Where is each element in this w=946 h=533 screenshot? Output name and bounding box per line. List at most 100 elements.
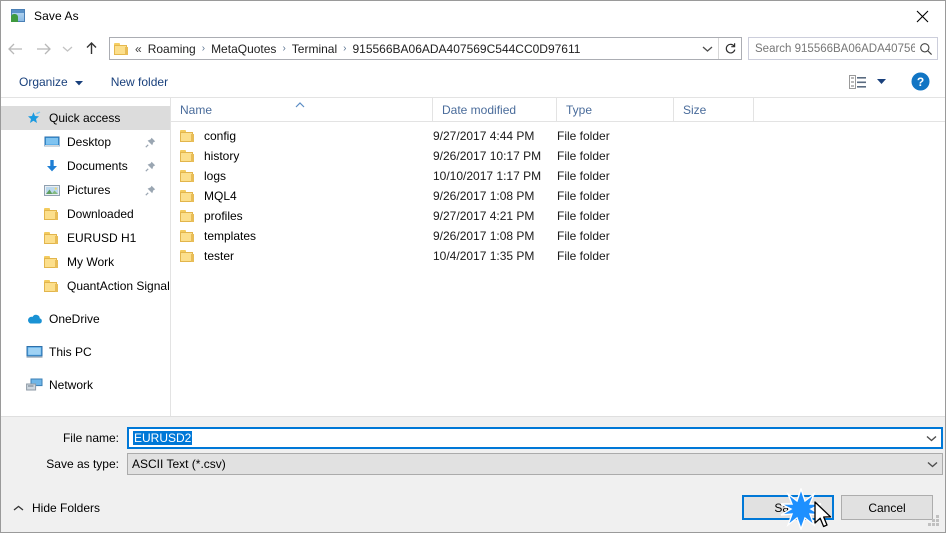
file-name: MQL4	[204, 189, 237, 203]
search-input[interactable]	[749, 42, 915, 55]
search-box[interactable]	[748, 37, 938, 60]
sidebar-item-onedrive[interactable]: OneDrive	[1, 307, 170, 331]
breadcrumb-item-0[interactable]: Roaming	[146, 41, 198, 57]
file-name: profiles	[204, 209, 243, 223]
sidebar-item-this-pc[interactable]: This PC	[1, 340, 170, 364]
file-date: 9/26/2017 1:08 PM	[433, 229, 535, 243]
sidebar-item-quantaction-signal[interactable]: QuantAction Signal	[1, 274, 170, 298]
file-name-row: File name: EURUSD2	[1, 427, 943, 449]
pin-icon[interactable]	[145, 161, 156, 172]
file-name-cell: history	[171, 149, 433, 163]
star-pin-icon	[25, 109, 43, 127]
column-header-date-modified[interactable]: Date modified	[433, 98, 557, 121]
help-question-icon[interactable]: ?	[905, 71, 935, 93]
file-date: 10/4/2017 1:35 PM	[433, 249, 535, 263]
file-name-cell: templates	[171, 229, 433, 243]
resize-grip-icon[interactable]	[927, 515, 941, 529]
table-row[interactable]: profiles 9/27/2017 4:21 PM File folder	[171, 206, 945, 226]
breadcrumb-separator: ›	[282, 43, 286, 54]
table-row[interactable]: logs 10/10/2017 1:17 PM File folder	[171, 166, 945, 186]
file-type: File folder	[557, 169, 610, 183]
forward-arrow-icon[interactable]	[29, 35, 57, 63]
view-layout-icon[interactable]	[845, 71, 871, 93]
file-name-value-wrap: EURUSD2	[129, 431, 921, 445]
file-type: File folder	[557, 209, 610, 223]
onedrive-cloud-icon	[25, 310, 43, 328]
breadcrumb-separator: ›	[343, 43, 347, 54]
new-folder-button[interactable]: New folder	[103, 70, 176, 94]
file-date: 9/27/2017 4:21 PM	[433, 209, 535, 223]
sidebar-item-eurusd-h1[interactable]: EURUSD H1	[1, 226, 170, 250]
file-type: File folder	[557, 229, 610, 243]
save-as-type-label: Save as type:	[46, 457, 119, 471]
folder-icon	[114, 42, 130, 56]
folder-icon	[180, 149, 196, 163]
address-bar[interactable]: « Roaming › MetaQuotes › Terminal › 9155…	[109, 37, 742, 60]
file-name-cell: logs	[171, 169, 433, 183]
sidebar-item-label: Documents	[67, 159, 128, 173]
sidebar-item-documents[interactable]: Documents	[1, 154, 170, 178]
file-name: logs	[204, 169, 227, 183]
folder-icon	[180, 129, 196, 143]
save-as-type-select[interactable]: ASCII Text (*.csv)	[127, 453, 943, 475]
table-row[interactable]: MQL4 9/26/2017 1:08 PM File folder	[171, 186, 945, 206]
save-button[interactable]: Save	[742, 495, 834, 520]
caret-down-icon[interactable]	[871, 71, 891, 93]
sidebar-item-pictures[interactable]: Pictures	[1, 178, 170, 202]
search-icon[interactable]	[915, 42, 937, 56]
close-icon[interactable]	[899, 1, 945, 31]
breadcrumb-item-1[interactable]: MetaQuotes	[209, 41, 278, 57]
navigation-bar: « Roaming › MetaQuotes › Terminal › 9155…	[1, 31, 945, 66]
breadcrumb[interactable]: « Roaming › MetaQuotes › Terminal › 9155…	[110, 38, 696, 59]
hide-folders-button[interactable]: Hide Folders	[13, 501, 100, 515]
breadcrumb-item-3[interactable]: 915566BA06ADA407569C544CC0D97611	[350, 41, 582, 57]
navigation-sidebar: Quick access Desktop Documents Pictures …	[1, 98, 171, 416]
sidebar-item-quick-access[interactable]: Quick access	[1, 106, 170, 130]
save-as-dialog: Save As « Roaming › MetaQuotes › Termina…	[0, 0, 946, 533]
save-as-type-row: Save as type: ASCII Text (*.csv)	[1, 453, 943, 475]
svg-text:?: ?	[916, 75, 923, 89]
back-arrow-icon[interactable]	[1, 35, 29, 63]
file-name-input[interactable]: EURUSD2	[127, 427, 943, 449]
table-row[interactable]: history 9/26/2017 10:17 PM File folder	[171, 146, 945, 166]
column-header-type[interactable]: Type	[557, 98, 674, 121]
folder-icon	[180, 189, 196, 203]
column-headers: Name Date modified Type Size	[171, 98, 945, 122]
command-toolbar: Organize New folder ?	[1, 66, 945, 98]
sidebar-item-desktop[interactable]: Desktop	[1, 130, 170, 154]
file-name: config	[204, 129, 237, 143]
organize-button[interactable]: Organize	[11, 70, 91, 94]
up-arrow-icon[interactable]	[77, 35, 105, 63]
breadcrumb-overflow[interactable]: «	[135, 42, 142, 56]
breadcrumb-separator: ›	[201, 43, 206, 54]
refresh-icon[interactable]	[719, 38, 741, 59]
folder-icon	[43, 205, 61, 223]
column-header-label: Date modified	[442, 102, 517, 117]
chevron-down-icon[interactable]	[696, 38, 718, 59]
file-name: tester	[204, 249, 235, 263]
table-row[interactable]: config 9/27/2017 4:44 PM File folder	[171, 126, 945, 146]
breadcrumb-item-2[interactable]: Terminal	[290, 41, 339, 57]
column-header-size[interactable]: Size	[674, 98, 754, 121]
chevron-down-icon[interactable]	[921, 435, 941, 442]
pin-icon[interactable]	[145, 137, 156, 148]
chevron-down-icon[interactable]	[922, 461, 942, 468]
cancel-button[interactable]: Cancel	[841, 495, 933, 520]
table-row[interactable]: templates 9/26/2017 1:08 PM File folder	[171, 226, 945, 246]
column-header-name[interactable]: Name	[171, 98, 433, 121]
folder-icon	[180, 209, 196, 223]
sidebar-item-label: QuantAction Signal	[67, 279, 170, 293]
sidebar-item-my-work[interactable]: My Work	[1, 250, 170, 274]
sort-ascending-caret-icon	[295, 97, 305, 111]
save-as-app-icon	[10, 8, 26, 24]
file-type: File folder	[557, 189, 610, 203]
file-rows: config 9/27/2017 4:44 PM File folder his…	[171, 122, 945, 266]
file-name-cell: config	[171, 129, 433, 143]
recent-locations-chevron-icon[interactable]	[57, 35, 77, 63]
sidebar-item-downloaded[interactable]: Downloaded	[1, 202, 170, 226]
pin-icon[interactable]	[145, 185, 156, 196]
sidebar-item-network[interactable]: Network	[1, 373, 170, 397]
table-row[interactable]: tester 10/4/2017 1:35 PM File folder	[171, 246, 945, 266]
